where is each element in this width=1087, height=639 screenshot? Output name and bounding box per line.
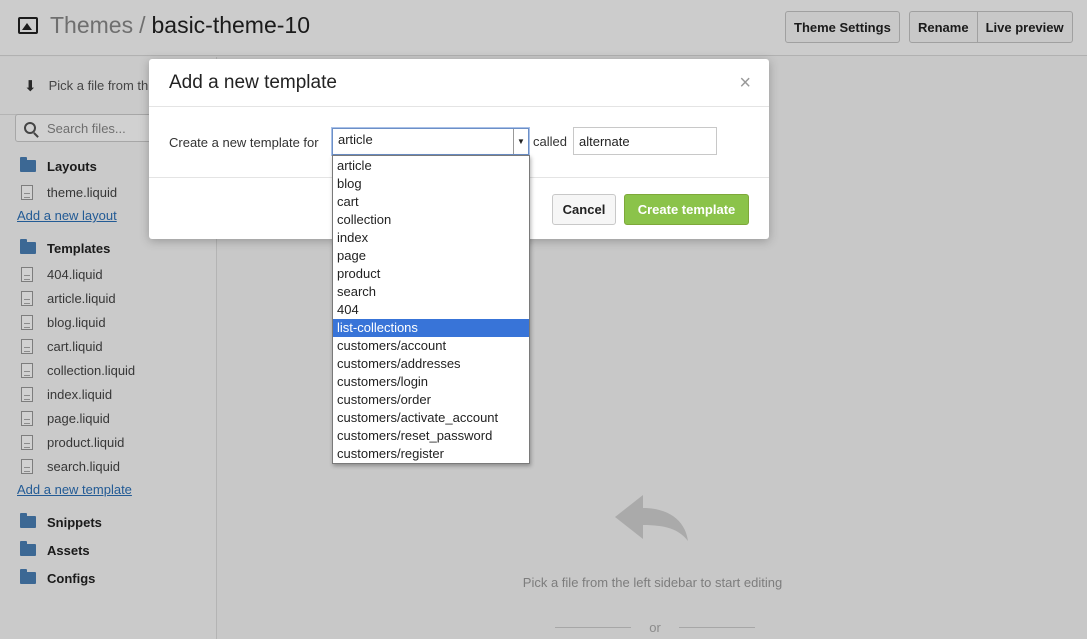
dropdown-option[interactable]: cart xyxy=(333,193,529,211)
create-template-button[interactable]: Create template xyxy=(624,194,749,225)
dropdown-option[interactable]: customers/order xyxy=(333,391,529,409)
dropdown-option[interactable]: customers/activate_account xyxy=(333,409,529,427)
dropdown-option[interactable]: 404 xyxy=(333,301,529,319)
dropdown-option[interactable]: list-collections xyxy=(333,319,529,337)
dropdown-option[interactable]: product xyxy=(333,265,529,283)
dropdown-option[interactable]: customers/addresses xyxy=(333,355,529,373)
close-icon[interactable]: × xyxy=(739,72,751,95)
cancel-button[interactable]: Cancel xyxy=(552,194,616,225)
dropdown-option[interactable]: customers/account xyxy=(333,337,529,355)
dropdown-option[interactable]: page xyxy=(333,247,529,265)
dialog-title: Add a new template xyxy=(169,71,337,93)
dropdown-option[interactable]: article xyxy=(333,157,529,175)
select-value: article xyxy=(338,132,373,147)
template-name-input[interactable] xyxy=(573,127,717,155)
template-type-select[interactable]: article ▼ xyxy=(332,128,529,155)
dropdown-option[interactable]: collection xyxy=(333,211,529,229)
dropdown-option[interactable]: customers/reset_password xyxy=(333,427,529,445)
template-type-dropdown: article blog cart collection index page produc… xyxy=(332,155,530,464)
dropdown-option[interactable]: customers/login xyxy=(333,373,529,391)
template-prompt-label: Create a new template for xyxy=(169,134,319,150)
dropdown-option[interactable]: customers/register xyxy=(333,445,529,463)
dropdown-option[interactable]: search xyxy=(333,283,529,301)
chevron-down-icon: ▼ xyxy=(513,129,528,154)
called-label: called xyxy=(533,134,567,149)
dialog-header: Add a new template × xyxy=(149,59,769,107)
dropdown-option[interactable]: index xyxy=(333,229,529,247)
dropdown-option[interactable]: blog xyxy=(333,175,529,193)
